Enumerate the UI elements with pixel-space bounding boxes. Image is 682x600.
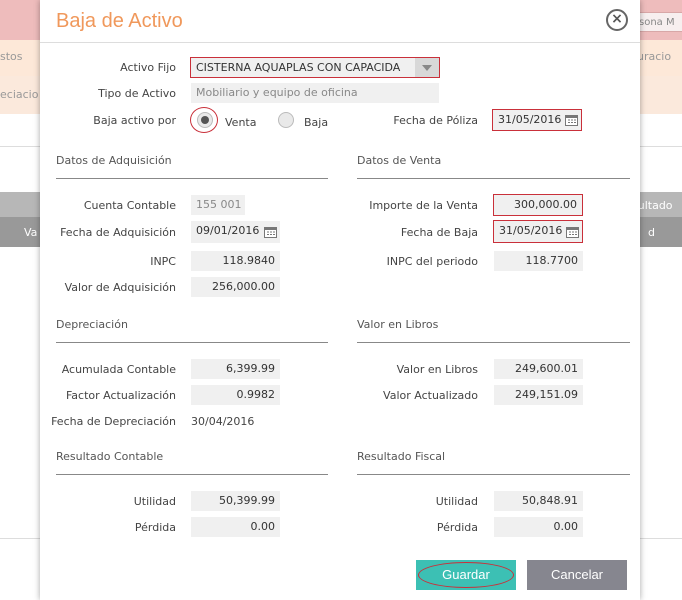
baja-activo-dialog: Baja de Activo × Activo Fijo CISTERNA AQ… (40, 0, 640, 600)
fecha-baja-input[interactable]: 31/05/2016 (493, 220, 583, 243)
baja-activo-por-label: Baja activo por (93, 114, 176, 127)
resultado-fiscal-title: Resultado Fiscal (357, 450, 446, 463)
background-divider (640, 538, 682, 539)
header-divider (40, 42, 640, 43)
calendar-icon[interactable] (561, 110, 581, 130)
baja-radio-label: Baja (304, 116, 329, 129)
calendar-icon[interactable] (562, 221, 582, 242)
datos-venta-title: Datos de Venta (357, 154, 442, 167)
cuenta-contable-field: 155 001 (191, 195, 245, 215)
fecha-baja-value: 31/05/2016 (499, 224, 563, 237)
utilidad-fiscal-label: Utilidad (435, 495, 478, 508)
section-divider (357, 178, 630, 179)
fecha-baja-label: Fecha de Baja (400, 226, 478, 239)
section-divider (357, 474, 630, 475)
perdida-fiscal-label: Pérdida (436, 521, 478, 534)
baja-radio[interactable] (278, 112, 294, 128)
background-submenu-text: eciacio (0, 88, 39, 101)
tipo-activo-field: Mobiliario y equipo de oficina (191, 83, 439, 103)
acumulada-contable-field: 6,399.99 (191, 359, 280, 379)
inpc-periodo-field: 118.7700 (494, 251, 583, 271)
background-column-label: Va (24, 226, 38, 239)
utilidad-contable-label: Utilidad (133, 495, 176, 508)
cancelar-button[interactable]: Cancelar (527, 560, 627, 590)
depreciacion-title: Depreciación (56, 318, 128, 331)
fecha-depreciacion-label: Fecha de Depreciación (51, 415, 176, 428)
datos-adquisicion-title: Datos de Adquisición (56, 154, 172, 167)
perdida-contable-field: 0.00 (191, 517, 280, 537)
perdida-fiscal-field: 0.00 (494, 517, 583, 537)
fecha-poliza-input[interactable]: 31/05/2016 (492, 109, 582, 131)
valor-libros-title: Valor en Libros (357, 318, 439, 331)
fecha-poliza-label: Fecha de Póliza (393, 114, 478, 127)
venta-radio[interactable] (197, 112, 213, 128)
close-icon[interactable]: × (606, 9, 628, 31)
tipo-activo-label: Tipo de Activo (98, 87, 176, 100)
activo-fijo-select[interactable]: CISTERNA AQUAPLAS CON CAPACIDA (190, 57, 440, 78)
valor-libros-label: Valor en Libros (396, 363, 478, 376)
background-divider (0, 538, 40, 539)
background-divider (0, 146, 40, 147)
venta-radio-label: Venta (225, 116, 257, 129)
section-divider (56, 474, 328, 475)
valor-actualizado-field: 249,151.09 (494, 385, 583, 405)
background-menu-text: stos (0, 50, 23, 63)
dropdown-arrow-icon[interactable] (415, 58, 439, 77)
fecha-adquisicion-value: 09/01/2016 (196, 224, 260, 237)
valor-libros-field: 249,600.01 (494, 359, 583, 379)
section-divider (56, 178, 328, 179)
factor-actualizacion-field: 0.9982 (191, 385, 280, 405)
inpc-label: INPC (150, 255, 176, 268)
factor-actualizacion-label: Factor Actualización (65, 389, 176, 402)
inpc-field: 118.9840 (191, 251, 280, 271)
section-divider (56, 342, 328, 343)
resultado-contable-title: Resultado Contable (56, 450, 164, 463)
perdida-contable-label: Pérdida (134, 521, 176, 534)
background-column-label: d (648, 226, 655, 239)
valor-actualizado-label: Valor Actualizado (383, 389, 478, 402)
fecha-adquisicion-label: Fecha de Adquisición (60, 226, 176, 239)
acumulada-contable-label: Acumulada Contable (61, 363, 176, 376)
cuenta-contable-label: Cuenta Contable (83, 199, 176, 212)
importe-venta-input[interactable]: 300,000.00 (493, 194, 583, 216)
activo-fijo-value: CISTERNA AQUAPLAS CON CAPACIDA (196, 61, 401, 74)
importe-venta-label: Importe de la Venta (369, 199, 478, 212)
valor-adquisicion-label: Valor de Adquisición (64, 281, 176, 294)
guardar-button-highlight (418, 562, 514, 588)
activo-fijo-label: Activo Fijo (120, 61, 176, 74)
inpc-periodo-label: INPC del periodo (386, 255, 478, 268)
fecha-depreciacion-value: 30/04/2016 (191, 415, 255, 428)
section-divider (357, 342, 630, 343)
fecha-poliza-value: 31/05/2016 (498, 113, 562, 126)
fecha-adquisicion-input[interactable]: 09/01/2016 (191, 221, 280, 243)
dialog-title: Baja de Activo (56, 10, 183, 32)
utilidad-contable-field: 50,399.99 (191, 491, 280, 511)
valor-adquisicion-field: 256,000.00 (191, 277, 280, 297)
background-divider (640, 146, 682, 147)
utilidad-fiscal-field: 50,848.91 (494, 491, 583, 511)
calendar-icon[interactable] (260, 221, 280, 243)
